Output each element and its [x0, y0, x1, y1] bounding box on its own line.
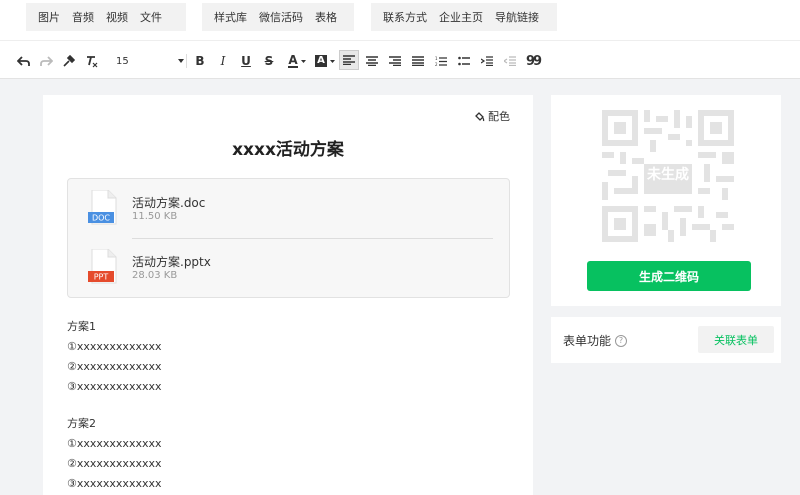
insert-group-media: 图片 音频 视频 文件 [26, 3, 186, 31]
form-feature-panel: 表单功能 ? 关联表单 [551, 317, 781, 363]
insert-file-button[interactable]: 文件 [140, 9, 162, 25]
plan-line: ①xxxxxxxxxxxxx [67, 437, 162, 450]
style-library-button[interactable]: 样式库 [214, 9, 247, 25]
ppt-file-icon: PPT [88, 249, 117, 284]
align-center-icon[interactable] [364, 52, 380, 70]
format-toolbar: 15 B I U S A A 12 99 [0, 40, 800, 79]
qr-code-panel: 未生成 生成二维码 [551, 95, 781, 306]
attachment-name: 活动方案.doc [132, 196, 206, 210]
attachment-item-ppt[interactable]: PPT 活动方案.pptx 28.03 KB [68, 238, 511, 297]
outdent-icon[interactable] [502, 52, 518, 70]
palette-label: 配色 [488, 110, 510, 123]
blockquote-icon[interactable]: 99 [524, 52, 542, 70]
ppt-badge-text: PPT [94, 273, 109, 282]
nav-link-button[interactable]: 导航链接 [495, 9, 539, 25]
align-justify-icon[interactable] [410, 52, 426, 70]
attachment-item-doc[interactable]: DOC 活动方案.doc 11.50 KB [68, 179, 511, 238]
insert-group-links: 联系方式 企业主页 导航链接 [371, 3, 557, 31]
form-feature-label-group: 表单功能 ? [563, 332, 628, 349]
doc-file-icon: DOC [88, 190, 117, 225]
paint-bucket-icon [475, 111, 485, 121]
insert-image-button[interactable]: 图片 [38, 9, 60, 25]
background-color-button[interactable]: A [312, 52, 338, 70]
bold-button[interactable]: B [193, 52, 207, 70]
contact-info-button[interactable]: 联系方式 [383, 9, 427, 25]
qr-status-label: 未生成 [647, 167, 689, 183]
font-size-select[interactable]: 15 [108, 52, 184, 70]
insert-audio-button[interactable]: 音频 [72, 9, 94, 25]
toolbar-divider [186, 54, 187, 68]
italic-button[interactable]: I [216, 52, 230, 70]
insert-table-button[interactable]: 表格 [315, 9, 337, 25]
attachment-card: DOC 活动方案.doc 11.50 KB PPT 活动方案.pptx 28.0… [67, 178, 510, 298]
font-color-letter: A [288, 53, 298, 68]
plan-line: ①xxxxxxxxxxxxx [67, 340, 162, 353]
attachment-size: 28.03 KB [132, 270, 178, 281]
format-painter-icon[interactable] [60, 52, 76, 70]
chevron-down-icon [329, 59, 335, 63]
ordered-list-icon[interactable]: 12 [433, 52, 449, 70]
attachment-size: 11.50 KB [132, 211, 178, 222]
document-page[interactable]: 配色 xxxx活动方案 DOC 活动方案.doc 11.50 KB PPT 活动… [43, 95, 533, 495]
redo-icon[interactable] [38, 52, 54, 70]
clear-format-icon[interactable] [84, 52, 100, 70]
strikethrough-button[interactable]: S [262, 52, 276, 70]
undo-icon[interactable] [15, 52, 31, 70]
insert-toolbar: 图片 音频 视频 文件 样式库 微信活码 表格 联系方式 企业主页 导航链接 [0, 0, 800, 40]
plan-heading: 方案1 [67, 320, 96, 333]
plan-line: ②xxxxxxxxxxxxx [67, 457, 162, 470]
company-homepage-button[interactable]: 企业主页 [439, 9, 483, 25]
help-icon[interactable]: ? [615, 334, 628, 347]
attachment-name: 活动方案.pptx [132, 255, 211, 269]
align-right-icon[interactable] [387, 52, 403, 70]
plan-content[interactable]: 方案1 ①xxxxxxxxxxxxx ②xxxxxxxxxxxxx ③xxxxx… [67, 317, 162, 494]
plan-heading: 方案2 [67, 417, 96, 430]
insert-group-content: 样式库 微信活码 表格 [202, 3, 354, 31]
plan-line: ③xxxxxxxxxxxxx [67, 477, 162, 490]
font-size-value: 15 [116, 55, 129, 67]
palette-button[interactable]: 配色 [474, 108, 510, 124]
svg-text:1: 1 [435, 56, 438, 61]
bg-color-letter: A [315, 55, 327, 67]
align-left-icon[interactable] [339, 50, 359, 70]
underline-button[interactable]: U [239, 52, 253, 70]
form-feature-label: 表单功能 [563, 334, 612, 348]
svg-text:2: 2 [435, 62, 438, 67]
unordered-list-icon[interactable] [456, 52, 472, 70]
document-title[interactable]: xxxx活动方案 [43, 135, 533, 160]
plan-line: ③xxxxxxxxxxxxx [67, 380, 162, 393]
insert-video-button[interactable]: 视频 [106, 9, 128, 25]
indent-icon[interactable] [479, 52, 495, 70]
doc-badge-text: DOC [92, 214, 110, 223]
generate-qr-button[interactable]: 生成二维码 [587, 261, 751, 291]
chevron-down-icon [300, 59, 306, 63]
chevron-down-icon [178, 59, 184, 63]
link-form-button[interactable]: 关联表单 [698, 326, 774, 353]
font-color-button[interactable]: A [284, 52, 310, 70]
plan-line: ②xxxxxxxxxxxxx [67, 360, 162, 373]
wechat-live-code-button[interactable]: 微信活码 [259, 9, 303, 25]
